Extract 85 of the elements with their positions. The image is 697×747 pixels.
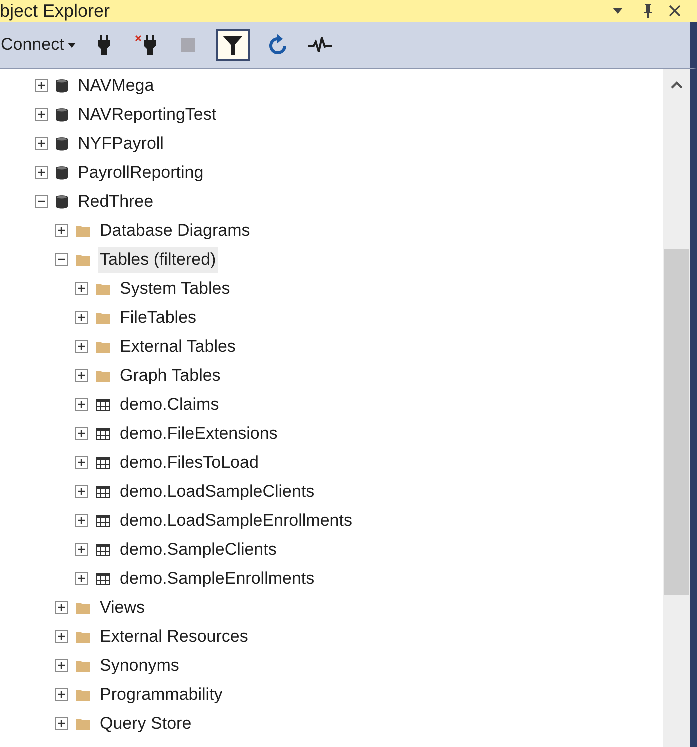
folder-icon bbox=[96, 312, 110, 324]
tree-item[interactable]: Views bbox=[98, 594, 148, 620]
tree-item[interactable]: demo.SampleEnrollments bbox=[118, 566, 317, 592]
tree-item[interactable]: Synonyms bbox=[98, 652, 182, 678]
expand-icon[interactable] bbox=[35, 108, 48, 121]
tree-item[interactable]: demo.FileExtensions bbox=[118, 420, 280, 446]
table-icon bbox=[96, 398, 110, 410]
scrollbar[interactable] bbox=[663, 69, 690, 747]
expand-icon[interactable] bbox=[55, 688, 68, 701]
tree-item[interactable]: Query Store bbox=[98, 710, 194, 736]
folder-icon bbox=[96, 340, 110, 352]
folder-icon bbox=[96, 282, 110, 294]
expand-icon[interactable] bbox=[75, 398, 88, 411]
folder-icon bbox=[76, 224, 90, 236]
tree-item[interactable]: demo.LoadSampleClients bbox=[118, 478, 317, 504]
tree-item[interactable]: demo.SampleClients bbox=[118, 536, 279, 562]
database-icon bbox=[56, 136, 68, 150]
expand-icon[interactable] bbox=[55, 224, 68, 237]
database-icon bbox=[56, 108, 68, 122]
expand-icon[interactable] bbox=[35, 166, 48, 179]
expand-icon[interactable] bbox=[75, 514, 88, 527]
folder-icon bbox=[76, 688, 90, 700]
filter-button[interactable] bbox=[216, 29, 250, 61]
database-icon bbox=[56, 194, 68, 208]
expand-icon[interactable] bbox=[55, 659, 68, 672]
expand-icon[interactable] bbox=[75, 427, 88, 440]
database-icon bbox=[56, 166, 68, 180]
caret-icon bbox=[68, 42, 76, 48]
tree-item[interactable]: System Tables bbox=[118, 276, 232, 302]
tree-item[interactable]: Graph Tables bbox=[118, 362, 223, 388]
expand-icon[interactable] bbox=[75, 340, 88, 353]
expand-icon[interactable] bbox=[75, 572, 88, 585]
connect-button[interactable]: Connect bbox=[0, 32, 76, 58]
expand-icon[interactable] bbox=[75, 311, 88, 324]
expand-icon[interactable] bbox=[55, 717, 68, 730]
tree-item[interactable]: NAVMega bbox=[76, 72, 156, 98]
tree-item[interactable]: NYFPayroll bbox=[76, 130, 166, 156]
table-icon bbox=[96, 572, 110, 584]
tree-item[interactable]: demo.FilesToLoad bbox=[118, 450, 261, 476]
close-icon[interactable] bbox=[669, 5, 681, 17]
unplug-icon bbox=[135, 35, 158, 55]
expand-icon[interactable] bbox=[75, 485, 88, 498]
table-icon bbox=[96, 514, 110, 526]
folder-icon bbox=[96, 370, 110, 382]
tree-item[interactable]: NAVReportingTest bbox=[76, 102, 219, 128]
window-title: bject Explorer bbox=[0, 0, 110, 23]
scroll-thumb[interactable] bbox=[664, 249, 689, 595]
collapse-icon[interactable] bbox=[35, 195, 48, 208]
pulse-icon bbox=[308, 37, 332, 53]
folder-icon bbox=[76, 718, 90, 730]
tree-item[interactable]: FileTables bbox=[118, 304, 199, 330]
plug-icon bbox=[97, 35, 112, 55]
tree-item[interactable]: Tables (filtered) bbox=[98, 246, 218, 272]
table-icon bbox=[96, 486, 110, 498]
dropdown-icon[interactable] bbox=[613, 8, 623, 14]
tree-item[interactable]: Database Diagrams bbox=[98, 218, 252, 244]
folder-icon bbox=[76, 660, 90, 672]
expand-icon[interactable] bbox=[75, 282, 88, 295]
refresh-icon bbox=[268, 34, 288, 56]
database-icon bbox=[56, 78, 68, 92]
collapse-icon[interactable] bbox=[55, 253, 68, 266]
expand-icon[interactable] bbox=[75, 543, 88, 556]
scroll-up-icon[interactable] bbox=[670, 81, 682, 89]
expand-icon[interactable] bbox=[55, 630, 68, 643]
tree-item[interactable]: Programmability bbox=[98, 682, 225, 708]
expand-icon[interactable] bbox=[35, 137, 48, 150]
expand-icon[interactable] bbox=[75, 369, 88, 382]
tree-item[interactable]: RedThree bbox=[76, 188, 156, 214]
folder-icon bbox=[76, 254, 90, 266]
folder-icon bbox=[76, 630, 90, 642]
table-icon bbox=[96, 428, 110, 440]
expand-icon[interactable] bbox=[55, 601, 68, 614]
expand-icon[interactable] bbox=[75, 456, 88, 469]
tree-item[interactable]: External Resources bbox=[98, 624, 250, 650]
pin-icon[interactable] bbox=[643, 4, 653, 18]
tree-item[interactable]: External Tables bbox=[118, 334, 238, 360]
filter-icon bbox=[223, 35, 244, 55]
tree-item[interactable]: PayrollReporting bbox=[76, 160, 206, 186]
folder-icon bbox=[76, 602, 90, 614]
stop-icon bbox=[181, 38, 196, 52]
table-icon bbox=[96, 544, 110, 556]
table-icon bbox=[96, 456, 110, 468]
tree-item[interactable]: demo.Claims bbox=[118, 392, 222, 418]
tree-item[interactable]: demo.LoadSampleEnrollments bbox=[118, 508, 354, 534]
expand-icon[interactable] bbox=[35, 79, 48, 92]
